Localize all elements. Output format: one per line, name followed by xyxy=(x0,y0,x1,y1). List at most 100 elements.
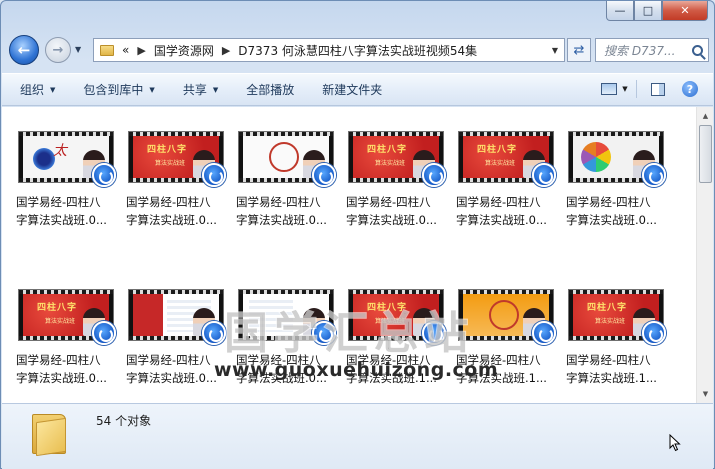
breadcrumb-overflow[interactable]: « xyxy=(122,43,129,57)
file-name-line: 国学易经-四柱八 xyxy=(566,353,651,367)
thumb-title: 四柱八字 xyxy=(367,145,408,155)
file-item-video[interactable]: 国学易经-四柱八 字算法实战班.0... xyxy=(236,129,340,241)
video-play-badge-icon xyxy=(202,163,226,187)
item-count: 54 个对象 xyxy=(96,414,152,428)
file-name-line: 国学易经-四柱八 xyxy=(346,195,431,209)
chevron-down-icon: ▼ xyxy=(50,85,56,94)
file-name: 国学易经-四柱八 字算法实战班.0... xyxy=(236,193,340,229)
scrollbar-thumb[interactable] xyxy=(699,125,712,183)
breadcrumb-segment[interactable]: 国学资源网 xyxy=(154,42,214,59)
watermark-url: www.guoxuehuizong.com xyxy=(214,359,499,381)
new-folder-button[interactable]: 新建文件夹 xyxy=(322,81,382,98)
include-in-library-menu[interactable]: 包含到库中 ▼ xyxy=(83,81,154,98)
file-item-video[interactable]: 四柱八字算法实战班国学易经-四柱八 字算法实战班.0... xyxy=(16,287,120,399)
file-name-line: 字算法实战班.0... xyxy=(236,213,327,227)
file-item-video[interactable]: 四柱八字 算法实战班 国学易经-四柱八 字算法实战班.0... xyxy=(346,129,450,241)
file-name-line: 国学易经-四柱八 xyxy=(236,195,321,209)
file-name: 国学易经-四柱八 字算法实战班.0... xyxy=(126,193,230,229)
back-arrow-icon[interactable]: ← xyxy=(9,35,39,65)
file-name: 国学易经-四柱八 字算法实战班.0... xyxy=(456,193,560,229)
details-pane: 54 个对象 xyxy=(2,403,713,469)
change-view-button[interactable] xyxy=(598,79,620,99)
breadcrumb-separator-icon[interactable]: ▶ xyxy=(137,44,145,57)
file-name: 国学易经-四柱八 字算法实战班.0... xyxy=(566,193,670,229)
file-name-line: 字算法实战班.0... xyxy=(566,213,657,227)
breadcrumb-segment[interactable]: D7373 何泳慧四柱八字算法实战班视频54集 xyxy=(238,42,477,59)
watermark-title: 国学汇总站 xyxy=(223,307,474,360)
file-name: 国学易经-四柱八 字算法实战班.0... xyxy=(16,193,120,229)
file-name-line: 字算法实战班.0... xyxy=(456,213,547,227)
view-options-dropdown[interactable]: ▼ xyxy=(620,79,630,99)
file-name-line: 国学易经-四柱八 xyxy=(566,195,651,209)
folder-icon xyxy=(32,412,66,457)
close-button[interactable]: ✕ xyxy=(662,1,708,21)
video-play-badge-icon xyxy=(642,321,666,345)
chevron-down-icon: ▼ xyxy=(212,85,219,94)
vertical-scrollbar[interactable]: ▲ ▼ xyxy=(696,107,713,403)
video-play-badge-icon xyxy=(92,163,116,187)
toolbar-divider xyxy=(636,80,637,98)
file-name: 国学易经-四柱八 字算法实战班.0... xyxy=(16,351,120,387)
address-bar[interactable]: « ▶ 国学资源网 ▶ D7373 何泳慧四柱八字算法实战班视频54集 ▼ xyxy=(93,38,565,62)
file-item-video[interactable]: 四柱八字算法实战班国学易经-四柱八 字算法实战班.1... xyxy=(566,287,670,399)
play-all-button[interactable]: 全部播放 xyxy=(246,81,294,98)
explorer-window: — □ ✕ ← → ▼ « ▶ 国学资源网 ▶ D7373 何泳慧四柱八字算法实… xyxy=(0,0,715,469)
share-menu[interactable]: 共享 ▼ xyxy=(183,81,218,98)
video-play-badge-icon xyxy=(532,163,556,187)
video-play-badge-icon xyxy=(92,321,116,345)
file-name-line: 字算法实战班.1... xyxy=(566,371,657,385)
minimize-button[interactable]: — xyxy=(606,1,634,21)
view-controls: ▼ ? xyxy=(588,79,701,99)
preview-pane-button[interactable] xyxy=(647,79,669,99)
thumb-subtitle: 算法实战班 xyxy=(45,318,76,325)
file-name-line: 国学易经-四柱八 xyxy=(456,195,541,209)
file-item-video[interactable]: 太国学易经-四柱八 字算法实战班.0... xyxy=(16,129,120,241)
command-bar: 组织 ▼ 包含到库中 ▼ 共享 ▼ 全部播放 新建文件夹 ▼ ? xyxy=(2,73,713,106)
video-play-badge-icon xyxy=(532,321,556,345)
thumb-subtitle: 算法实战班 xyxy=(485,160,516,167)
organize-menu[interactable]: 组织 ▼ xyxy=(20,81,55,98)
file-name-line: 国学易经-四柱八 xyxy=(126,195,211,209)
file-name-line: 国学易经-四柱八 xyxy=(16,195,101,209)
video-play-badge-icon xyxy=(202,321,226,345)
file-name-line: 字算法实战班.0... xyxy=(16,371,107,385)
file-name-line: 字算法实战班.0... xyxy=(16,213,107,227)
refresh-button[interactable]: ⇄ xyxy=(567,38,591,62)
search-placeholder: 搜索 D737... xyxy=(604,43,676,58)
search-icon xyxy=(692,44,703,56)
breadcrumb-separator-icon[interactable]: ▶ xyxy=(222,44,230,57)
file-name-line: 字算法实战班.0... xyxy=(126,213,217,227)
file-item-video[interactable]: 国学易经-四柱八 字算法实战班.0... xyxy=(126,287,230,399)
search-input[interactable]: 搜索 D737... xyxy=(595,38,709,62)
video-play-badge-icon xyxy=(312,163,336,187)
file-item-video[interactable]: 四柱八字 算法实战班 国学易经-四柱八 字算法实战班.0... xyxy=(126,129,230,241)
thumb-title: 四柱八字 xyxy=(37,303,78,313)
file-name-line: 字算法实战班.0... xyxy=(346,213,437,227)
help-button[interactable]: ? xyxy=(679,79,701,99)
preview-pane-icon xyxy=(651,82,665,96)
file-name: 国学易经-四柱八 字算法实战班.0... xyxy=(346,193,450,229)
chevron-down-icon: ▼ xyxy=(149,85,155,94)
caption-buttons: — □ ✕ xyxy=(606,1,708,21)
file-item-video[interactable]: 四柱八字算法实战班国学易经-四柱八 字算法实战班.0... xyxy=(456,129,560,241)
file-name: 国学易经-四柱八 字算法实战班.1... xyxy=(566,351,670,387)
thumb-title: 四柱八字 xyxy=(477,145,518,155)
thumb-subtitle: 算法实战班 xyxy=(595,318,626,325)
navigation-bar: ← → ▼ « ▶ 国学资源网 ▶ D7373 何泳慧四柱八字算法实战班视频54… xyxy=(9,35,709,65)
recent-pages-dropdown-icon[interactable]: ▼ xyxy=(75,45,81,54)
file-name-line: 国学易经-四柱八 xyxy=(16,353,101,367)
video-play-badge-icon xyxy=(422,163,446,187)
video-play-badge-icon xyxy=(642,163,666,187)
forward-arrow-icon[interactable]: → xyxy=(45,37,71,63)
file-item-video[interactable]: 国学易经-四柱八 字算法实战班.0... xyxy=(566,129,670,241)
chevron-down-icon: ▼ xyxy=(622,85,628,93)
scroll-up-icon[interactable]: ▲ xyxy=(699,109,712,123)
thumb-title: 四柱八字 xyxy=(587,303,628,313)
mouse-cursor-icon xyxy=(669,434,681,452)
address-dropdown-icon[interactable]: ▼ xyxy=(552,46,558,55)
file-list[interactable]: 太国学易经-四柱八 字算法实战班.0... 四柱八字 算法实战班 国学易经-四柱八 字算法… xyxy=(2,107,713,403)
thumb-subtitle: 算法实战班 xyxy=(155,160,186,167)
view-icon xyxy=(601,83,617,95)
maximize-button[interactable]: □ xyxy=(634,1,662,21)
scroll-down-icon[interactable]: ▼ xyxy=(699,387,712,401)
